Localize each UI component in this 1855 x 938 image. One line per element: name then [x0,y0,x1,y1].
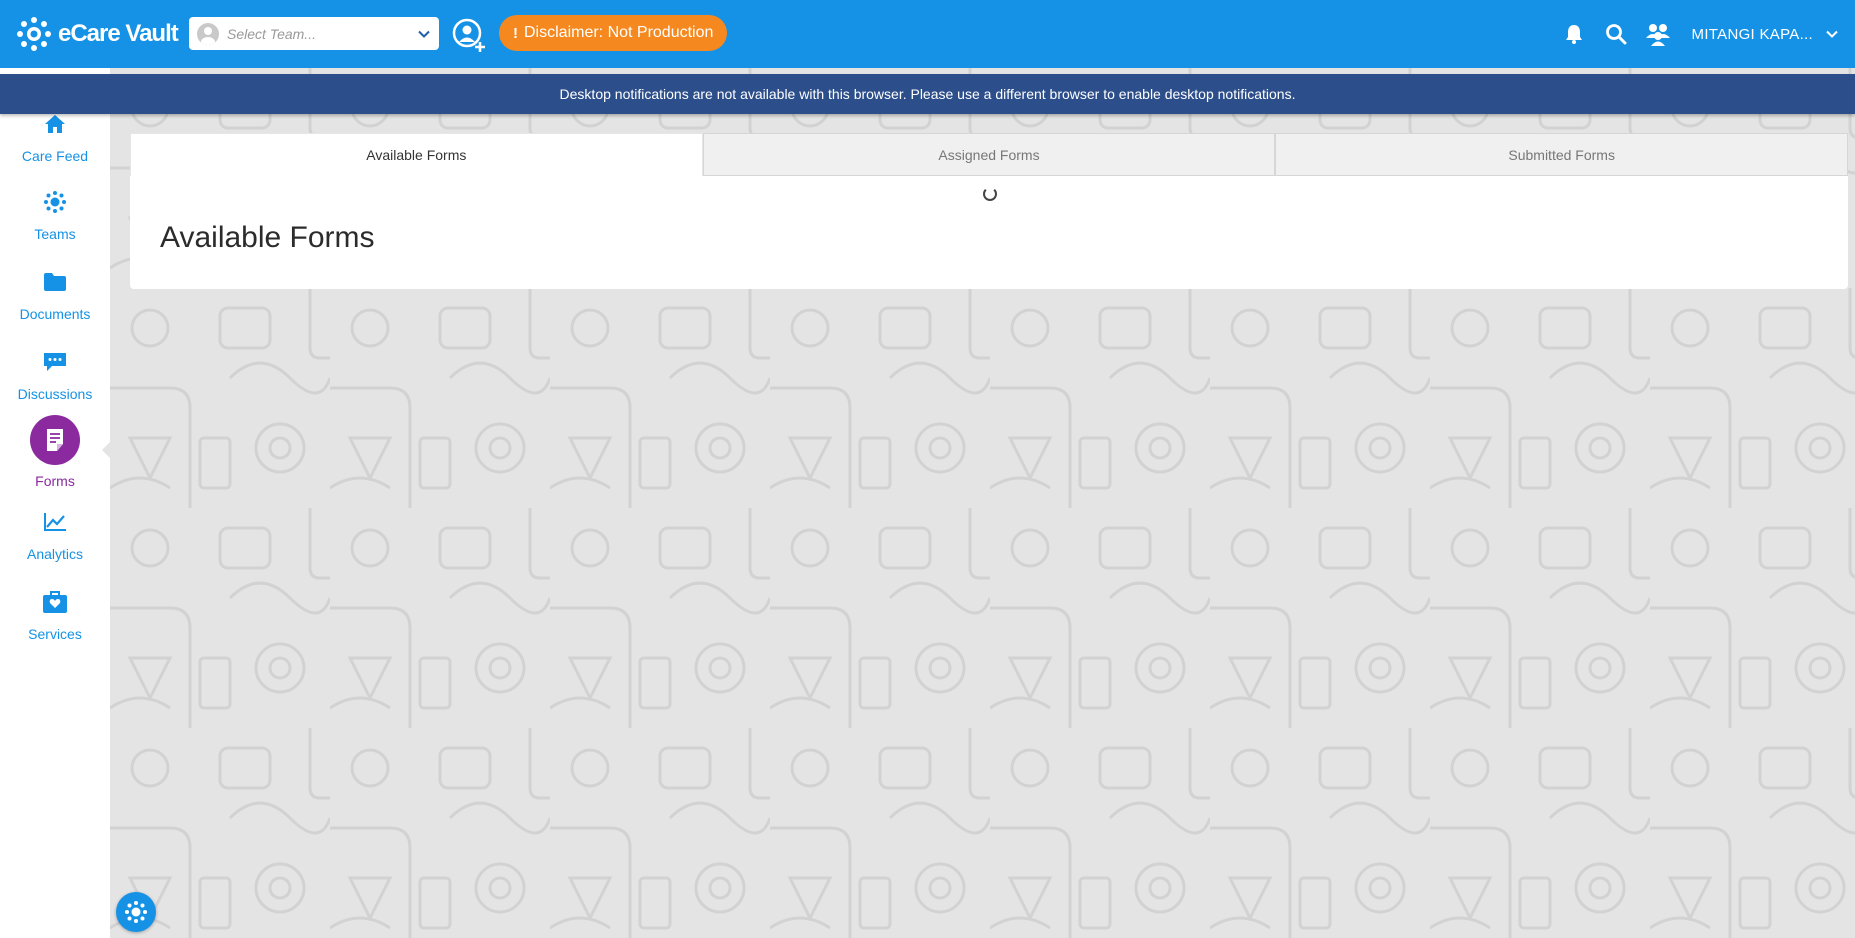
sidebar-item-forms[interactable]: Forms [0,415,110,489]
notification-banner: Desktop notifications are not available … [0,74,1855,114]
ecare-logo-icon [17,17,51,51]
exclamation-icon: ! [513,24,518,42]
search-icon [1605,24,1627,45]
people-icon [1645,24,1670,46]
sidebar: Care Feed Teams Documents Discussions Fo… [0,68,110,938]
teams-icon [41,188,69,216]
home-icon [41,110,69,138]
team-select-placeholder: Select Team... [227,25,316,42]
forms-tabs: Available Forms Assigned Forms Submitted… [130,133,1849,176]
ecare-logo-icon [125,901,147,923]
add-user-button[interactable] [449,15,489,55]
notification-banner-text: Desktop notifications are not available … [559,86,1296,102]
sidebar-item-documents[interactable]: Documents [0,268,110,322]
sidebar-item-teams[interactable]: Teams [0,188,110,242]
search-button[interactable] [1602,20,1630,48]
user-name[interactable]: MITANGI KAPA... [1692,26,1813,43]
sidebar-item-analytics[interactable]: Analytics [0,508,110,562]
loading-spinner-icon [983,187,997,201]
chart-icon [41,508,69,536]
disclaimer-badge[interactable]: ! Disclaimer: Not Production [499,15,728,51]
sidebar-item-label: Analytics [26,546,84,562]
add-user-icon [452,18,485,52]
tab-available-forms[interactable]: Available Forms [130,133,703,176]
ecare-help-button[interactable] [116,892,156,932]
disclaimer-label: Disclaimer: Not Production [524,24,714,41]
forms-card: Available Forms Assigned Forms Submitted… [130,133,1849,289]
sidebar-item-label: Documents [19,306,91,322]
folder-icon [41,268,69,296]
sidebar-item-label: Teams [34,226,76,242]
main-content: Available Forms Assigned Forms Submitted… [110,68,1855,938]
chevron-down-icon [418,30,430,38]
sidebar-item-label: Services [28,626,82,642]
form-icon [30,415,80,465]
team-select[interactable]: Select Team... [189,17,439,50]
sidebar-item-label: Discussions [17,386,93,402]
tab-submitted-forms[interactable]: Submitted Forms [1275,133,1849,176]
brand[interactable]: eCare Vault [14,14,179,54]
services-icon [41,588,69,616]
chevron-down-icon[interactable] [1825,27,1839,41]
top-bar: eCare Vault Select Team... ! Disclaimer:… [0,0,1855,68]
bell-icon [1565,25,1582,44]
sidebar-item-care-feed[interactable]: Care Feed [0,110,110,164]
chat-icon [41,348,69,376]
tab-assigned-forms[interactable]: Assigned Forms [702,133,1276,176]
page-title: Available Forms [160,221,375,254]
brand-name: eCare Vault [58,20,179,47]
sidebar-item-discussions[interactable]: Discussions [0,348,110,402]
header-actions: MITANGI KAPA... [1560,0,1855,68]
notifications-button[interactable] [1560,20,1588,48]
active-nav-pointer [102,440,112,460]
sidebar-item-label: Care Feed [21,148,89,164]
team-avatar-icon [197,22,219,45]
sidebar-item-services[interactable]: Services [0,588,110,642]
sidebar-item-label: Forms [35,473,75,489]
people-button[interactable] [1644,20,1672,48]
